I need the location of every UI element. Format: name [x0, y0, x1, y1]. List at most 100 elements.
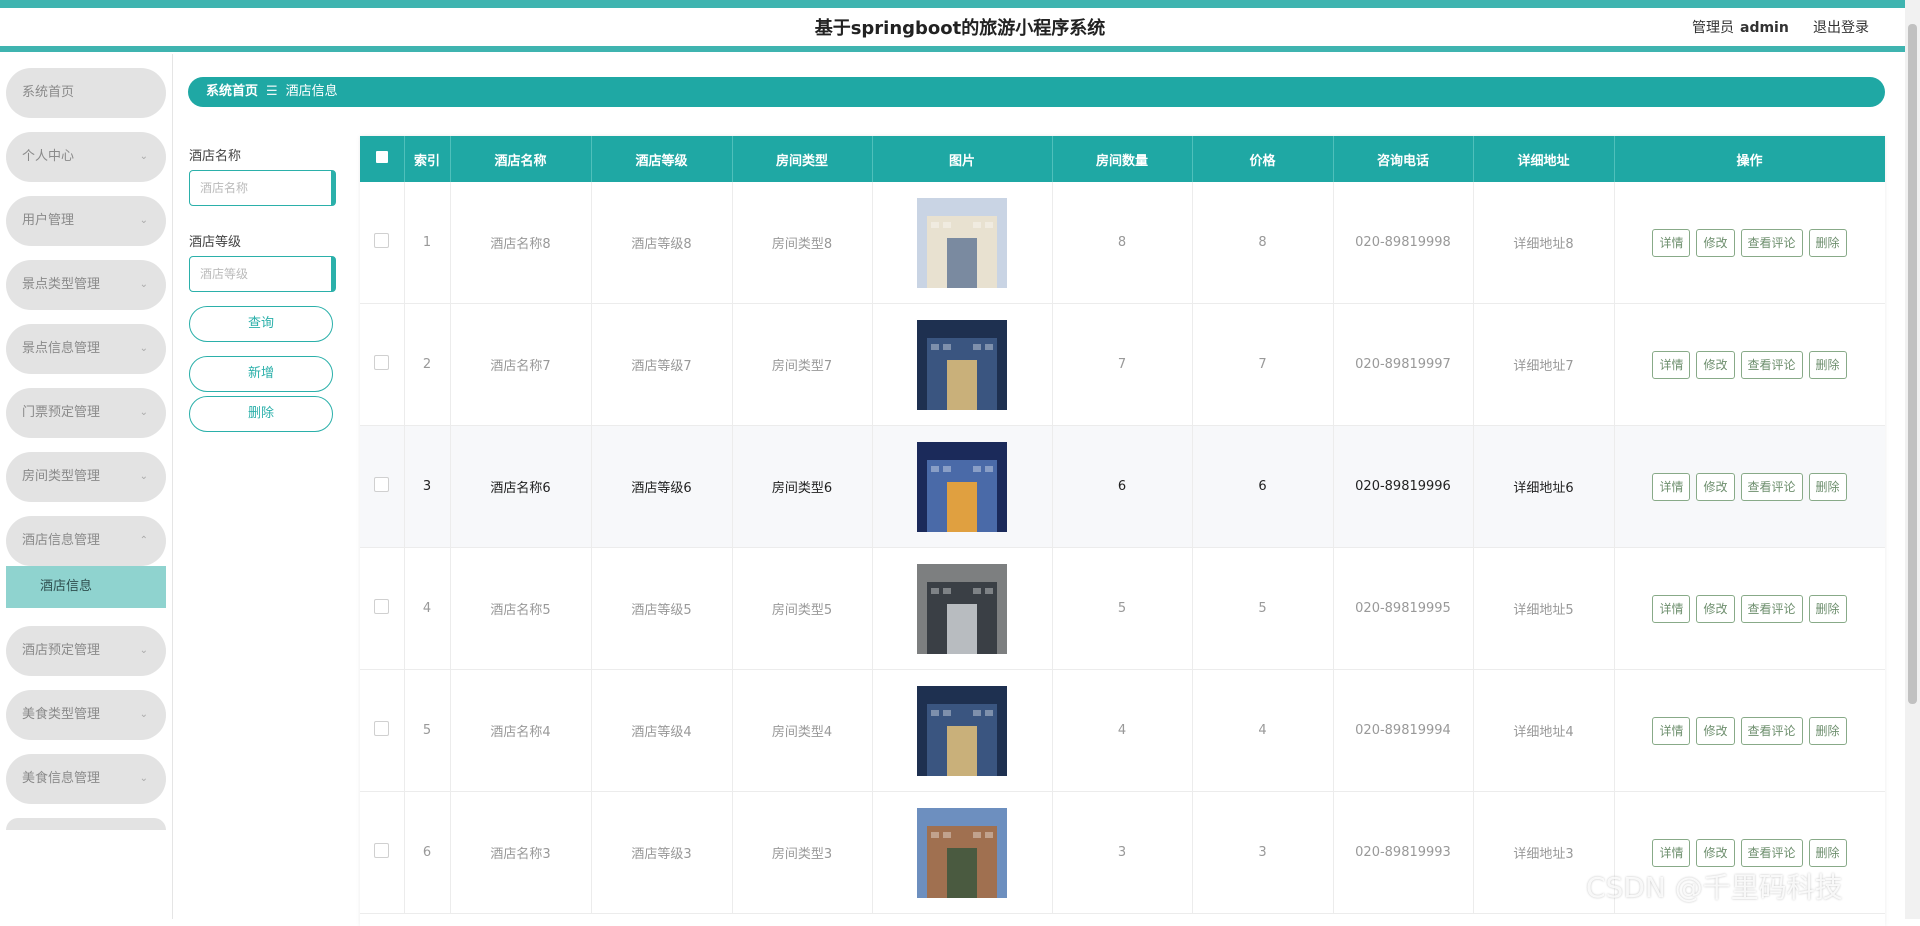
delete-row-button[interactable]: 删除	[1809, 473, 1847, 501]
cell-hotel-level: 酒店等级3	[591, 792, 732, 914]
row-checkbox[interactable]	[374, 721, 389, 736]
edit-button[interactable]: 修改	[1696, 595, 1734, 623]
table-row[interactable]: 1酒店名称8酒店等级8房间类型888020-89819998详细地址8详情修改查…	[360, 182, 1885, 304]
detail-button[interactable]: 详情	[1652, 351, 1690, 379]
sidebar-item-personal-center[interactable]: 个人中心⌄	[6, 132, 166, 182]
hotel-name-input[interactable]	[189, 170, 336, 206]
view-comments-button[interactable]: 查看评论	[1741, 229, 1803, 257]
row-checkbox[interactable]	[374, 355, 389, 370]
scrollbar-thumb[interactable]	[1908, 24, 1917, 704]
detail-button[interactable]: 详情	[1652, 229, 1690, 257]
table-row[interactable]: 3酒店名称6酒店等级6房间类型666020-89819996详细地址6详情修改查…	[360, 426, 1885, 548]
row-checkbox[interactable]	[374, 843, 389, 858]
detail-button[interactable]: 详情	[1652, 717, 1690, 745]
row-select-cell[interactable]	[360, 792, 404, 914]
table-row[interactable]: 2酒店名称7酒店等级7房间类型777020-89819997详细地址7详情修改查…	[360, 304, 1885, 426]
cell-room-count: 8	[1052, 182, 1192, 304]
view-comments-button[interactable]: 查看评论	[1741, 473, 1803, 501]
cell-hotel-name: 酒店名称5	[450, 548, 591, 670]
delete-row-button[interactable]: 删除	[1809, 595, 1847, 623]
detail-button[interactable]: 详情	[1652, 473, 1690, 501]
cell-hotel-level: 酒店等级8	[591, 182, 732, 304]
detail-button[interactable]: 详情	[1652, 839, 1690, 867]
cell-room-type: 房间类型7	[732, 304, 872, 426]
logout-link[interactable]: 退出登录	[1813, 17, 1869, 37]
hotel-level-label: 酒店等级	[189, 231, 241, 250]
sidebar-item-label: 景点类型管理	[22, 277, 100, 292]
delete-row-button[interactable]: 删除	[1809, 717, 1847, 745]
row-checkbox[interactable]	[374, 477, 389, 492]
sidebar-item-room-type[interactable]: 房间类型管理⌄	[6, 452, 166, 502]
cell-image	[872, 182, 1052, 304]
delete-row-button[interactable]: 删除	[1809, 229, 1847, 257]
cell-phone: 020-89819998	[1333, 182, 1473, 304]
view-comments-button[interactable]: 查看评论	[1741, 351, 1803, 379]
cell-image	[872, 426, 1052, 548]
sidebar-item-hotel-booking[interactable]: 酒店预定管理⌄	[6, 626, 166, 676]
delete-row-button[interactable]: 删除	[1809, 839, 1847, 867]
query-button[interactable]: 查询	[189, 306, 333, 342]
row-select-cell[interactable]	[360, 548, 404, 670]
breadcrumb-home[interactable]: 系统首页	[206, 84, 258, 99]
sidebar-item-user-management[interactable]: 用户管理⌄	[6, 196, 166, 246]
page-scrollbar[interactable]	[1905, 0, 1920, 919]
cell-address: 详细地址7	[1473, 304, 1614, 426]
row-checkbox[interactable]	[374, 233, 389, 248]
sidebar-item-partial[interactable]	[6, 818, 166, 830]
row-select-cell[interactable]	[360, 304, 404, 426]
row-select-cell[interactable]	[360, 670, 404, 792]
cell-image	[872, 792, 1052, 914]
table-row[interactable]: 5酒店名称4酒店等级4房间类型444020-89819994详细地址4详情修改查…	[360, 670, 1885, 792]
table-row[interactable]: 4酒店名称5酒店等级5房间类型555020-89819995详细地址5详情修改查…	[360, 548, 1885, 670]
edit-button[interactable]: 修改	[1696, 839, 1734, 867]
chevron-down-icon: ⌄	[140, 260, 148, 310]
cell-hotel-level: 酒店等级7	[591, 304, 732, 426]
sidebar-item-food-info[interactable]: 美食信息管理⌄	[6, 754, 166, 804]
sidebar-subitem-hotel-info[interactable]: 酒店信息	[6, 566, 166, 608]
edit-button[interactable]: 修改	[1696, 473, 1734, 501]
edit-button[interactable]: 修改	[1696, 229, 1734, 257]
watermark: CSDN @千里码科技	[1586, 866, 1843, 906]
sidebar-item-attraction-type[interactable]: 景点类型管理 ⌄	[6, 260, 166, 310]
batch-delete-button[interactable]: 删除	[189, 396, 333, 432]
sidebar-item-food-type[interactable]: 美食类型管理⌄	[6, 690, 166, 740]
admin-name: admin	[1740, 20, 1789, 36]
sidebar-item-hotel-info-management[interactable]: 酒店信息管理⌃	[6, 516, 166, 566]
select-all-header[interactable]	[360, 136, 404, 182]
app-title: 基于springboot的旅游小程序系统	[0, 14, 1920, 40]
view-comments-button[interactable]: 查看评论	[1741, 839, 1803, 867]
add-button[interactable]: 新增	[189, 356, 333, 392]
cell-actions: 详情修改查看评论删除	[1614, 548, 1885, 670]
sidebar-item-home[interactable]: 系统首页	[6, 68, 166, 118]
detail-button[interactable]: 详情	[1652, 595, 1690, 623]
column-header: 房间数量	[1052, 136, 1192, 182]
column-header: 价格	[1192, 136, 1333, 182]
chevron-down-icon: ⌄	[140, 388, 148, 438]
chevron-up-icon: ⌃	[140, 516, 148, 566]
cell-hotel-name: 酒店名称3	[450, 792, 591, 914]
delete-row-button[interactable]: 删除	[1809, 351, 1847, 379]
sidebar-item-label: 系统首页	[22, 85, 74, 100]
hotel-image	[917, 320, 1007, 410]
view-comments-button[interactable]: 查看评论	[1741, 595, 1803, 623]
hotel-name-label: 酒店名称	[189, 145, 241, 164]
chevron-down-icon: ⌄	[140, 754, 148, 804]
row-select-cell[interactable]	[360, 426, 404, 548]
hotel-table-grid: 索引 酒店名称 酒店等级 房间类型 图片 房间数量 价格 咨询电话 详细地址 操…	[360, 136, 1885, 926]
hotel-level-input[interactable]	[189, 256, 336, 292]
sidebar-item-attraction-info[interactable]: 景点信息管理⌄	[6, 324, 166, 374]
cell-image	[872, 548, 1052, 670]
chevron-down-icon: ⌄	[140, 452, 148, 502]
view-comments-button[interactable]: 查看评论	[1741, 717, 1803, 745]
row-checkbox[interactable]	[374, 599, 389, 614]
sidebar-item-ticket-booking[interactable]: 门票预定管理⌄	[6, 388, 166, 438]
row-select-cell[interactable]	[360, 182, 404, 304]
cell-room-count: 3	[1052, 792, 1192, 914]
hotel-image	[917, 198, 1007, 288]
edit-button[interactable]: 修改	[1696, 717, 1734, 745]
edit-button[interactable]: 修改	[1696, 351, 1734, 379]
column-header: 操作	[1614, 136, 1885, 182]
cell-hotel-name: 酒店名称6	[450, 426, 591, 548]
select-all-checkbox[interactable]	[376, 151, 388, 163]
admin-user: 管理员admin	[1692, 17, 1789, 37]
